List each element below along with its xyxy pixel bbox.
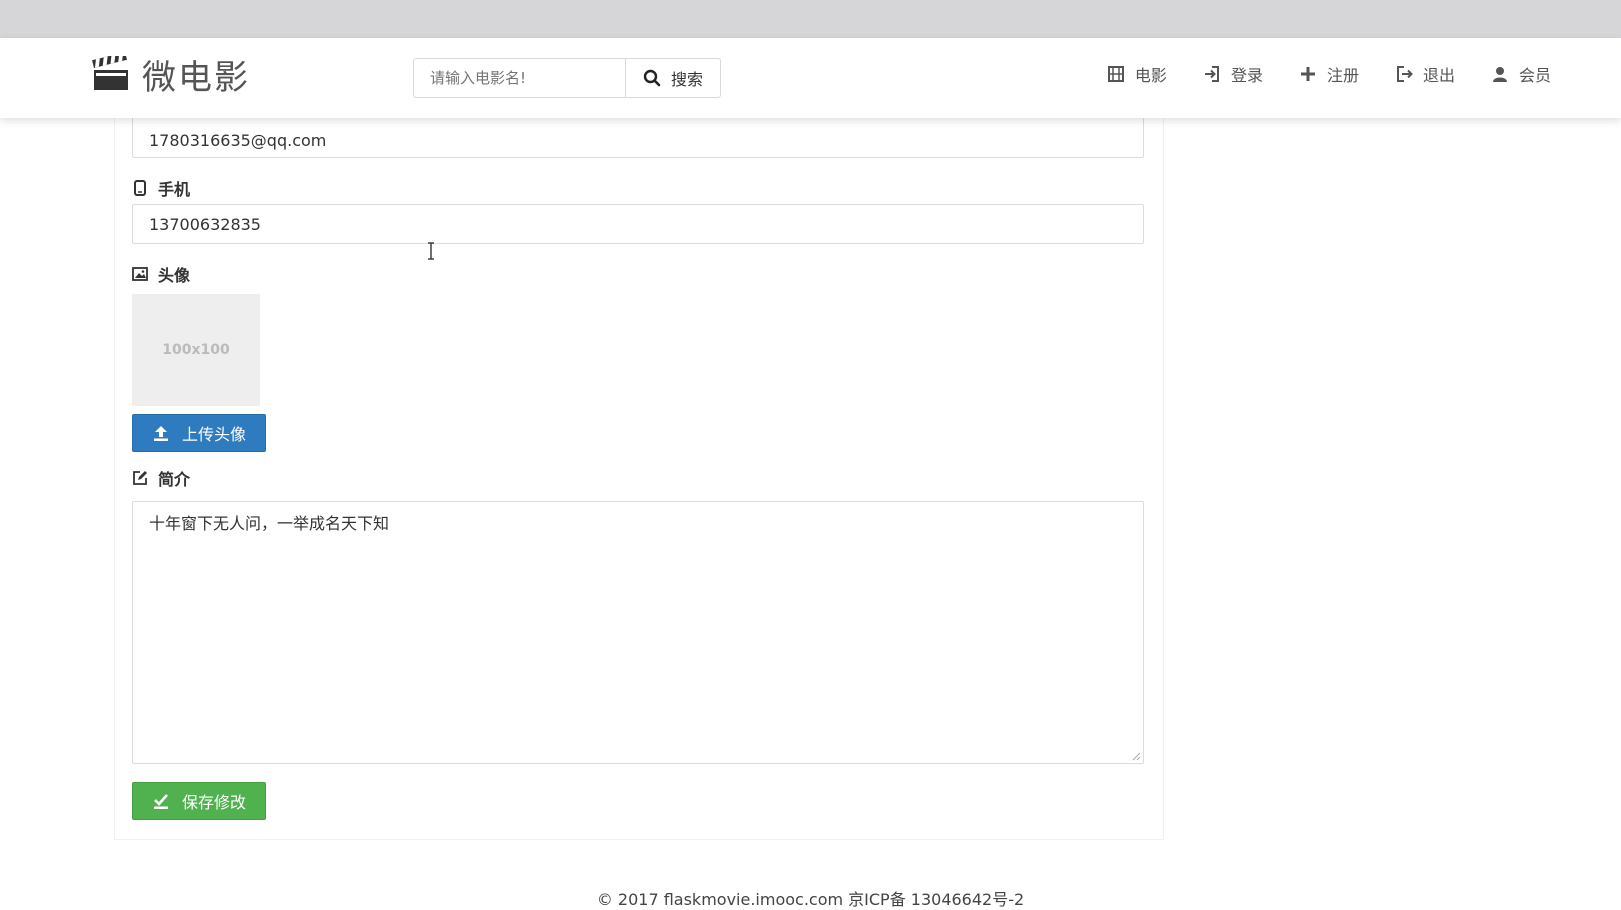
nav-item-label: 电影: [1134, 66, 1167, 85]
save-changes-button[interactable]: 保存修改: [132, 782, 266, 820]
resize-grip-icon[interactable]: [1131, 751, 1141, 761]
intro-textarea[interactable]: 十年窗下无人问，一举成名天下知: [132, 501, 1144, 764]
clapperboard-icon: [92, 56, 128, 90]
phone-label-text: 手机: [158, 180, 191, 199]
picture-icon: [132, 267, 148, 281]
user-icon: [1492, 67, 1507, 82]
nav-item-movie[interactable]: 电影: [1107, 62, 1167, 86]
avatar-label-text: 头像: [158, 266, 191, 285]
navbar: 微电影 搜索 电影 登录: [0, 38, 1621, 118]
save-check-icon: [153, 794, 168, 809]
avatar-label: 头像: [132, 262, 190, 286]
search-button-label: 搜索: [670, 70, 703, 89]
intro-label: 简介: [132, 466, 190, 490]
window-top-strip: [0, 0, 1621, 38]
email-value: 1780316635@qq.com: [149, 130, 327, 150]
brand-name: 微电影: [142, 57, 250, 98]
text-cursor-icon: [428, 242, 434, 260]
nav-menu: 电影 登录 注册 退出 会员: [1107, 62, 1551, 86]
search-button[interactable]: 搜索: [625, 58, 721, 98]
nav-item-logout[interactable]: 退出: [1395, 62, 1455, 86]
brand-logo[interactable]: 微电影: [92, 52, 250, 98]
nav-item-register[interactable]: 注册: [1299, 62, 1359, 86]
edit-icon: [133, 471, 147, 485]
nav-item-label: 登录: [1230, 66, 1263, 85]
search-box: 搜索: [413, 58, 721, 98]
phone-value: 13700632835: [149, 214, 261, 234]
intro-value: 十年窗下无人问，一举成名天下知: [149, 514, 390, 533]
avatar-placeholder-text: 100x100: [162, 342, 230, 358]
phone-label: 手机: [132, 176, 190, 200]
film-icon: [1107, 66, 1124, 82]
plus-icon: [1300, 67, 1315, 81]
save-button-label: 保存修改: [181, 793, 246, 812]
nav-item-label: 会员: [1518, 66, 1551, 85]
avatar-placeholder: 100x100: [132, 294, 260, 406]
nav-item-member[interactable]: 会员: [1491, 62, 1551, 86]
upload-icon: [153, 426, 168, 441]
nav-item-label: 退出: [1422, 66, 1455, 85]
nav-item-label: 注册: [1326, 66, 1359, 85]
logout-icon: [1396, 66, 1413, 82]
search-icon: [643, 69, 661, 87]
search-input[interactable]: [413, 58, 625, 98]
phone-field[interactable]: 13700632835: [132, 204, 1144, 244]
login-icon: [1204, 66, 1219, 82]
nav-item-login[interactable]: 登录: [1203, 62, 1263, 86]
footer-copyright: © 2017 flaskmovie.imooc.com 京ICP备 130466…: [596, 890, 1025, 909]
upload-avatar-button[interactable]: 上传头像: [132, 414, 266, 452]
upload-button-label: 上传头像: [181, 425, 246, 444]
intro-label-text: 简介: [158, 470, 191, 489]
mobile-phone-icon: [134, 180, 146, 196]
